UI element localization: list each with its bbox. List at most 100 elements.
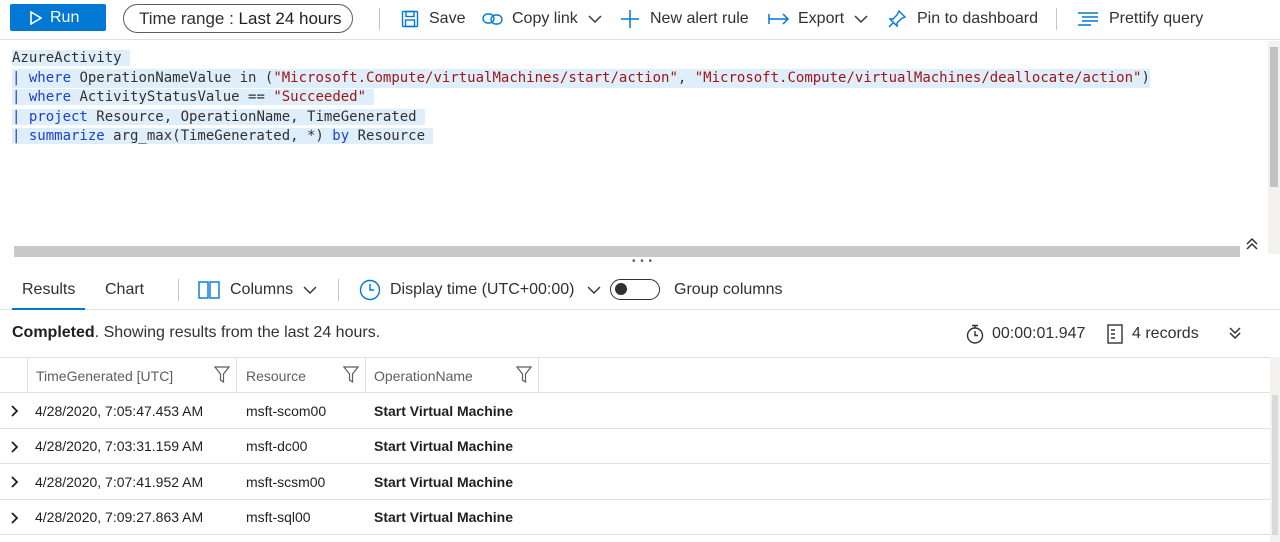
record-count: 4 records	[1107, 322, 1199, 346]
query-keyword: by	[332, 128, 350, 144]
column-header-resource[interactable]: Resource	[237, 358, 366, 393]
cell-operationname: Start Virtual Machine	[374, 438, 514, 454]
export-button[interactable]: Export	[768, 0, 868, 38]
cell-timegenerated: 4/28/2020, 7:07:41.952 AM	[35, 473, 204, 490]
pin-to-dashboard-button[interactable]: Pin to dashboard	[887, 0, 1038, 38]
cell-operationname: Start Virtual Machine	[374, 509, 514, 525]
chevron-down-icon	[303, 286, 317, 294]
toolbar-divider	[1056, 8, 1057, 30]
tab-results[interactable]: Results	[12, 270, 86, 310]
toolbar-divider	[379, 8, 380, 30]
tabbar-divider	[338, 279, 339, 301]
link-icon	[482, 13, 503, 25]
query-text: Resource	[349, 128, 426, 144]
pin-icon	[888, 9, 907, 28]
query-line: | project Resource, OperationName, TimeG…	[12, 108, 1150, 128]
time-range-picker[interactable]: Time range : Last 24 hours	[123, 4, 353, 33]
query-status: Completed. Showing results from the last…	[12, 324, 380, 342]
columns-button[interactable]: Columns	[198, 270, 317, 310]
query-code[interactable]: AzureActivity | where OperationNameValue…	[12, 49, 1150, 147]
save-icon	[401, 10, 419, 28]
export-label: Export	[798, 10, 845, 27]
editor-vertical-scrollbar[interactable]	[1268, 41, 1280, 254]
status-completed: Completed	[12, 324, 95, 341]
cell-timegenerated: 4/28/2020, 7:09:27.863 AM	[35, 509, 204, 525]
cell-operationname: Start Virtual Machine	[374, 402, 514, 419]
query-line-pad	[121, 50, 131, 66]
column-header-operationname[interactable]: OperationName	[366, 358, 539, 393]
group-columns-toggle[interactable]	[610, 279, 660, 300]
display-time-button[interactable]: Display time (UTC+00:00)	[359, 270, 601, 310]
run-button[interactable]: Run	[10, 4, 106, 31]
query-keyword: where	[28, 89, 72, 105]
stopwatch-icon	[966, 324, 984, 344]
pipe-glyph: |	[12, 128, 29, 144]
scrollbar-thumb[interactable]	[1270, 47, 1278, 187]
save-label: Save	[429, 10, 466, 27]
query-keyword: summarize	[28, 128, 105, 144]
chevron-down-icon	[588, 15, 602, 23]
columns-icon	[198, 281, 220, 299]
collapse-editor-icon[interactable]	[1244, 236, 1260, 252]
save-button[interactable]: Save	[401, 0, 465, 38]
new-alert-rule-button[interactable]: New alert rule	[620, 0, 749, 38]
new-alert-label: New alert rule	[650, 10, 749, 27]
query-text: OperationNameValue in (	[71, 69, 274, 86]
table-row[interactable]: 4/28/2020, 7:07:41.952 AM msft-scsm00 St…	[0, 464, 1270, 500]
tab-chart[interactable]: Chart	[105, 270, 144, 310]
filter-icon[interactable]	[214, 366, 230, 384]
filter-icon[interactable]	[516, 366, 532, 384]
query-line: AzureActivity	[12, 49, 1150, 69]
column-header-label: Resource	[246, 367, 306, 384]
group-columns-label-wrap: Group columns	[674, 270, 783, 310]
chevron-right-icon[interactable]	[10, 405, 20, 417]
run-label: Run	[50, 8, 80, 26]
tab-chart-label: Chart	[105, 281, 145, 298]
table-vertical-scrollbar[interactable]	[1270, 357, 1280, 542]
query-duration: 00:00:01.947	[966, 322, 1085, 346]
query-text: ,	[677, 69, 695, 86]
query-toolbar: Run Time range : Last 24 hours Save Copy…	[0, 0, 1280, 40]
query-table-name: AzureActivity	[12, 50, 122, 66]
pipe-glyph: |	[12, 108, 29, 125]
prettify-query-button[interactable]: Prettify query	[1077, 0, 1203, 38]
cell-resource: msft-scsm00	[246, 473, 326, 490]
chevron-right-icon[interactable]	[10, 511, 20, 524]
query-text: Resource, OperationName, TimeGenerated	[87, 108, 417, 125]
column-header-label: TimeGenerated [UTC]	[36, 367, 174, 384]
query-editor[interactable]: AzureActivity | where OperationNameValue…	[0, 41, 1280, 254]
table-row[interactable]: 4/28/2020, 7:09:27.863 AM msft-sql00 Sta…	[0, 500, 1270, 535]
expand-all-icon[interactable]	[1228, 326, 1242, 340]
filter-icon[interactable]	[343, 366, 359, 384]
results-table: TimeGenerated [UTC] Resource OperationNa…	[0, 357, 1270, 535]
resize-handle[interactable]: • • •	[632, 256, 653, 267]
table-row[interactable]: 4/28/2020, 7:05:47.453 AM msft-scom00 St…	[0, 393, 1270, 429]
cell-resource: msft-sql00	[246, 509, 311, 525]
query-string: "Succeeded"	[273, 89, 367, 105]
query-keyword: project	[28, 108, 88, 125]
table-header: TimeGenerated [UTC] Resource OperationNa…	[0, 357, 1270, 393]
tabbar-divider	[178, 279, 179, 301]
chevron-right-icon[interactable]	[10, 440, 20, 453]
query-line: | where ActivityStatusValue == "Succeede…	[12, 88, 1150, 108]
query-line: | where OperationNameValue in ("Microsof…	[12, 68, 1150, 88]
copy-link-button[interactable]: Copy link	[482, 0, 602, 38]
chevron-right-icon[interactable]	[10, 476, 20, 488]
query-line: | summarize arg_max(TimeGenerated, *) by…	[12, 127, 1150, 147]
expander-column-header	[0, 358, 28, 393]
play-icon	[30, 10, 42, 25]
time-range-value: Last 24 hours	[238, 8, 342, 28]
copy-link-label: Copy link	[512, 10, 578, 27]
pipe-glyph: |	[12, 69, 29, 86]
chevron-down-icon	[587, 286, 600, 294]
cell-operationname: Start Virtual Machine	[374, 473, 514, 490]
editor-horizontal-scrollbar[interactable]	[14, 246, 1240, 257]
cell-timegenerated: 4/28/2020, 7:03:31.159 AM	[35, 438, 204, 454]
column-header-timegenerated[interactable]: TimeGenerated [UTC]	[28, 358, 237, 393]
query-string: "Microsoft.Compute/virtualMachines/deall…	[694, 69, 1142, 86]
table-row[interactable]: 4/28/2020, 7:03:31.159 AM msft-dc00 Star…	[0, 429, 1270, 464]
records-icon	[1107, 324, 1123, 344]
chevron-down-icon	[854, 15, 868, 23]
query-text: )	[1141, 69, 1150, 86]
records-value: 4 records	[1132, 325, 1199, 342]
